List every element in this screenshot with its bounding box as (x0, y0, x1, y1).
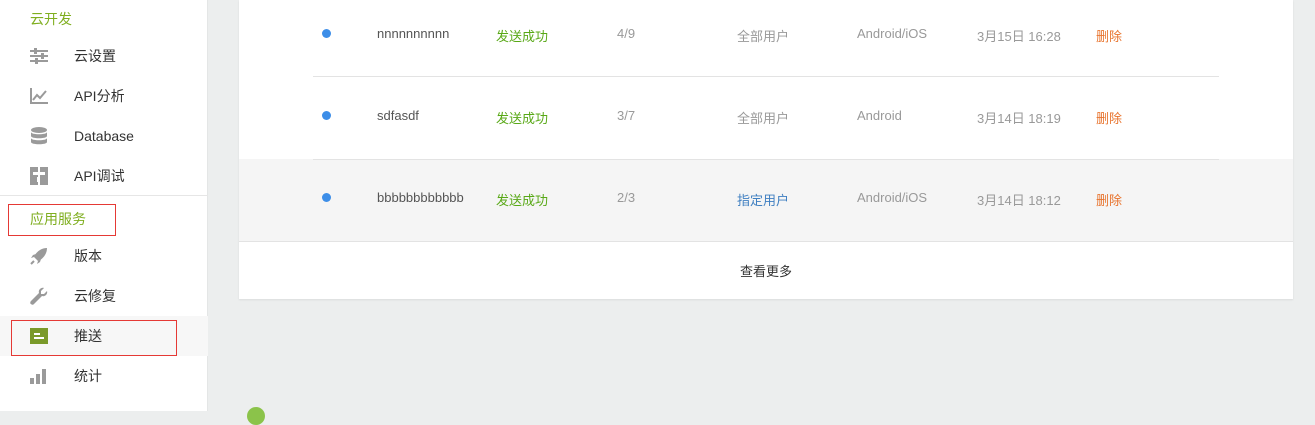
table-row: sdfasdf 发送成功 3/7 全部用户 Android 3月14日 18:1… (239, 77, 1293, 159)
push-count: 2/3 (617, 190, 636, 205)
status-dot-icon (322, 111, 331, 120)
rocket-icon (30, 247, 48, 265)
sidebar-item-label: API调试 (74, 168, 125, 184)
sidebar-item-label: API分析 (74, 88, 125, 104)
delete-link[interactable]: 删除 (1096, 190, 1122, 209)
push-target: 全部用户 (737, 111, 790, 126)
sidebar-item-label: 云设置 (74, 48, 116, 64)
push-target: 指定用户 (737, 193, 790, 208)
debug-icon (30, 167, 48, 185)
push-platform: Android/iOS (857, 190, 928, 205)
push-name: bbbbbbbbbbbb (377, 190, 464, 205)
database-icon (30, 127, 48, 145)
sidebar-item-statistics[interactable]: 统计 (0, 356, 208, 396)
section-marker-icon (247, 407, 265, 425)
sidebar-item-label: 版本 (74, 248, 102, 264)
wrench-icon (30, 287, 48, 305)
sidebar-item-label: 统计 (74, 368, 102, 384)
status-dot-icon (322, 29, 331, 38)
status-dot-icon (322, 193, 331, 202)
push-time: 3月14日 18:12 (977, 193, 1061, 208)
sidebar-item-label: 云修复 (74, 288, 116, 304)
push-name: sdfasdf (377, 108, 419, 123)
push-status: 发送成功 (496, 193, 549, 208)
sidebar-item-version[interactable]: 版本 (0, 236, 208, 276)
sliders-icon (30, 47, 48, 65)
row-divider (313, 159, 1219, 160)
table-row: bbbbbbbbbbbb 发送成功 2/3 指定用户 Android/iOS 3… (239, 159, 1293, 241)
push-time: 3月14日 18:19 (977, 111, 1061, 126)
push-platform: Android/iOS (857, 26, 928, 41)
sidebar-item-cloud-settings[interactable]: 云设置 (0, 36, 208, 76)
sidebar-item-api-analysis[interactable]: API分析 (0, 76, 208, 116)
sidebar-item-api-debug[interactable]: API调试 (0, 156, 208, 196)
view-more-button[interactable]: 查看更多 (740, 261, 792, 280)
highlight-box-app-services (8, 204, 116, 236)
push-count: 3/7 (617, 108, 636, 123)
delete-link[interactable]: 删除 (1096, 108, 1122, 127)
bar-chart-icon (30, 367, 48, 385)
sidebar-item-database[interactable]: Database (0, 116, 208, 156)
section-divider (0, 195, 208, 196)
line-chart-icon (30, 87, 48, 105)
sidebar: 云开发 云设置 API分析 Database API调试 应用服务 版本 云修复… (0, 0, 208, 411)
card-footer: 查看更多 (239, 241, 1293, 299)
push-status: 发送成功 (496, 29, 549, 44)
section-title-cloud: 云开发 (30, 11, 72, 27)
highlight-box-push (11, 320, 177, 356)
sidebar-item-label: Database (74, 128, 134, 144)
push-status: 发送成功 (496, 111, 549, 126)
table-row: nnnnnnnnnn 发送成功 4/9 全部用户 Android/iOS 3月1… (239, 0, 1293, 74)
delete-link[interactable]: 删除 (1096, 26, 1122, 45)
push-target: 全部用户 (737, 29, 790, 44)
push-name: nnnnnnnnnn (377, 26, 450, 41)
sidebar-item-cloud-fix[interactable]: 云修复 (0, 276, 208, 316)
push-list-card: nnnnnnnnnn 发送成功 4/9 全部用户 Android/iOS 3月1… (239, 0, 1293, 299)
push-time: 3月15日 16:28 (977, 29, 1061, 44)
push-count: 4/9 (617, 26, 636, 41)
push-platform: Android (857, 108, 902, 123)
